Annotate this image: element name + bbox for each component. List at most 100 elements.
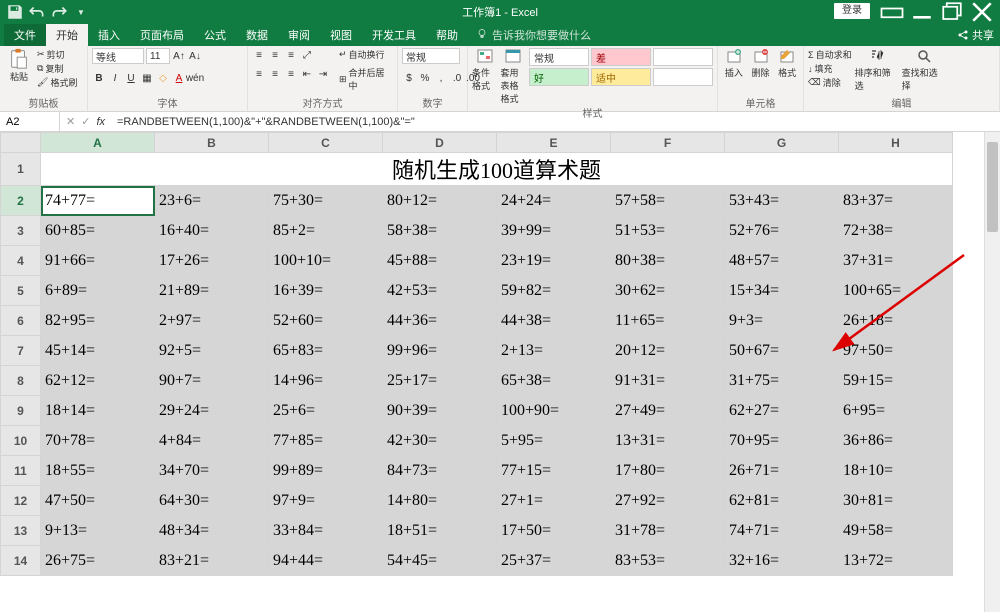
- cell[interactable]: 74+77=: [41, 186, 155, 216]
- minimize-icon[interactable]: [908, 3, 936, 21]
- cell[interactable]: 33+84=: [269, 516, 383, 546]
- align-center-icon[interactable]: ≡: [268, 67, 282, 81]
- style-neutral[interactable]: 适中: [591, 68, 651, 86]
- cell[interactable]: 83+21=: [155, 546, 269, 576]
- tab-layout[interactable]: 页面布局: [130, 24, 194, 46]
- style-blank1[interactable]: [653, 48, 713, 66]
- cell[interactable]: 36+86=: [839, 426, 953, 456]
- cell[interactable]: 99+96=: [383, 336, 497, 366]
- align-left-icon[interactable]: ≡: [252, 67, 266, 81]
- cell[interactable]: 14+96=: [269, 366, 383, 396]
- font-size-select[interactable]: 11: [146, 48, 170, 64]
- cell[interactable]: 100+10=: [269, 246, 383, 276]
- cut-button[interactable]: ✂剪切: [37, 48, 77, 61]
- cell[interactable]: 74+71=: [725, 516, 839, 546]
- decrease-font-icon[interactable]: A↓: [188, 49, 202, 63]
- undo-icon[interactable]: [28, 3, 46, 21]
- vertical-scrollbar[interactable]: [984, 132, 1000, 612]
- title-cell[interactable]: 随机生成100道算术题: [41, 153, 953, 186]
- cell[interactable]: 44+38=: [497, 306, 611, 336]
- cell[interactable]: 5+95=: [497, 426, 611, 456]
- cell[interactable]: 50+67=: [725, 336, 839, 366]
- cell[interactable]: 90+7=: [155, 366, 269, 396]
- cell[interactable]: 17+50=: [497, 516, 611, 546]
- cell[interactable]: 17+80=: [611, 456, 725, 486]
- align-top-icon[interactable]: ≡: [252, 48, 266, 62]
- tab-help[interactable]: 帮助: [426, 24, 468, 46]
- cell[interactable]: 97+50=: [839, 336, 953, 366]
- redo-icon[interactable]: [50, 3, 68, 21]
- cell[interactable]: 11+65=: [611, 306, 725, 336]
- align-bottom-icon[interactable]: ≡: [284, 48, 298, 62]
- row-header[interactable]: 8: [1, 366, 41, 396]
- comma-icon[interactable]: ,: [434, 71, 448, 85]
- cell[interactable]: 23+19=: [497, 246, 611, 276]
- login-button[interactable]: 登录: [834, 3, 870, 19]
- cell[interactable]: 18+55=: [41, 456, 155, 486]
- col-header[interactable]: B: [155, 133, 269, 153]
- format-as-table-button[interactable]: 套用 表格格式: [501, 48, 527, 105]
- tab-data[interactable]: 数据: [236, 24, 278, 46]
- cell[interactable]: 82+95=: [41, 306, 155, 336]
- cell[interactable]: 59+15=: [839, 366, 953, 396]
- col-header[interactable]: D: [383, 133, 497, 153]
- style-good[interactable]: 好: [529, 68, 589, 86]
- fill-color-icon[interactable]: ◇: [156, 71, 170, 85]
- merge-center-button[interactable]: ⊞合并后居中: [339, 66, 393, 92]
- font-name-select[interactable]: 等线: [92, 48, 144, 64]
- style-general[interactable]: 常规: [529, 48, 589, 66]
- cell[interactable]: 91+66=: [41, 246, 155, 276]
- cell[interactable]: 42+53=: [383, 276, 497, 306]
- fx-icon[interactable]: fx: [96, 116, 105, 128]
- percent-icon[interactable]: %: [418, 71, 432, 85]
- cell[interactable]: 2+97=: [155, 306, 269, 336]
- font-color-icon[interactable]: A: [172, 71, 186, 85]
- indent-decrease-icon[interactable]: ⇤: [300, 67, 314, 81]
- border-icon[interactable]: ▦: [140, 71, 154, 85]
- autosum-button[interactable]: Σ自动求和: [808, 48, 852, 61]
- cell[interactable]: 90+39=: [383, 396, 497, 426]
- col-header[interactable]: A: [41, 133, 155, 153]
- cell[interactable]: 16+40=: [155, 216, 269, 246]
- row-header[interactable]: 4: [1, 246, 41, 276]
- copy-button[interactable]: ⧉复制: [37, 62, 77, 75]
- tab-home[interactable]: 开始: [46, 24, 88, 46]
- cell[interactable]: 62+12=: [41, 366, 155, 396]
- tab-insert[interactable]: 插入: [88, 24, 130, 46]
- cell[interactable]: 49+58=: [839, 516, 953, 546]
- cell[interactable]: 18+14=: [41, 396, 155, 426]
- cell[interactable]: 27+1=: [497, 486, 611, 516]
- increase-decimal-icon[interactable]: .0: [450, 71, 464, 85]
- cell[interactable]: 24+24=: [497, 186, 611, 216]
- scrollbar-thumb[interactable]: [987, 142, 998, 232]
- cell[interactable]: 100+65=: [839, 276, 953, 306]
- find-select-button[interactable]: 查找和选择: [902, 48, 946, 92]
- cell[interactable]: 60+85=: [41, 216, 155, 246]
- row-header[interactable]: 1: [1, 153, 41, 186]
- col-header[interactable]: C: [269, 133, 383, 153]
- cell[interactable]: 45+14=: [41, 336, 155, 366]
- cell[interactable]: 16+39=: [269, 276, 383, 306]
- cell[interactable]: 58+38=: [383, 216, 497, 246]
- cell[interactable]: 13+31=: [611, 426, 725, 456]
- cell[interactable]: 80+12=: [383, 186, 497, 216]
- format-cells-button[interactable]: 格式: [775, 48, 799, 79]
- cell[interactable]: 52+60=: [269, 306, 383, 336]
- save-icon[interactable]: [6, 3, 24, 21]
- cell[interactable]: 37+31=: [839, 246, 953, 276]
- cell[interactable]: 29+24=: [155, 396, 269, 426]
- cell[interactable]: 39+99=: [497, 216, 611, 246]
- row-header[interactable]: 14: [1, 546, 41, 576]
- align-middle-icon[interactable]: ≡: [268, 48, 282, 62]
- cell[interactable]: 44+36=: [383, 306, 497, 336]
- wrap-text-button[interactable]: ↵自动换行: [339, 48, 393, 61]
- cell[interactable]: 91+31=: [611, 366, 725, 396]
- cell[interactable]: 9+3=: [725, 306, 839, 336]
- share-button[interactable]: 共享: [957, 27, 994, 43]
- cell[interactable]: 20+12=: [611, 336, 725, 366]
- insert-cells-button[interactable]: 插入: [722, 48, 746, 79]
- cell[interactable]: 75+30=: [269, 186, 383, 216]
- cell[interactable]: 62+81=: [725, 486, 839, 516]
- cell[interactable]: 59+82=: [497, 276, 611, 306]
- tab-review[interactable]: 审阅: [278, 24, 320, 46]
